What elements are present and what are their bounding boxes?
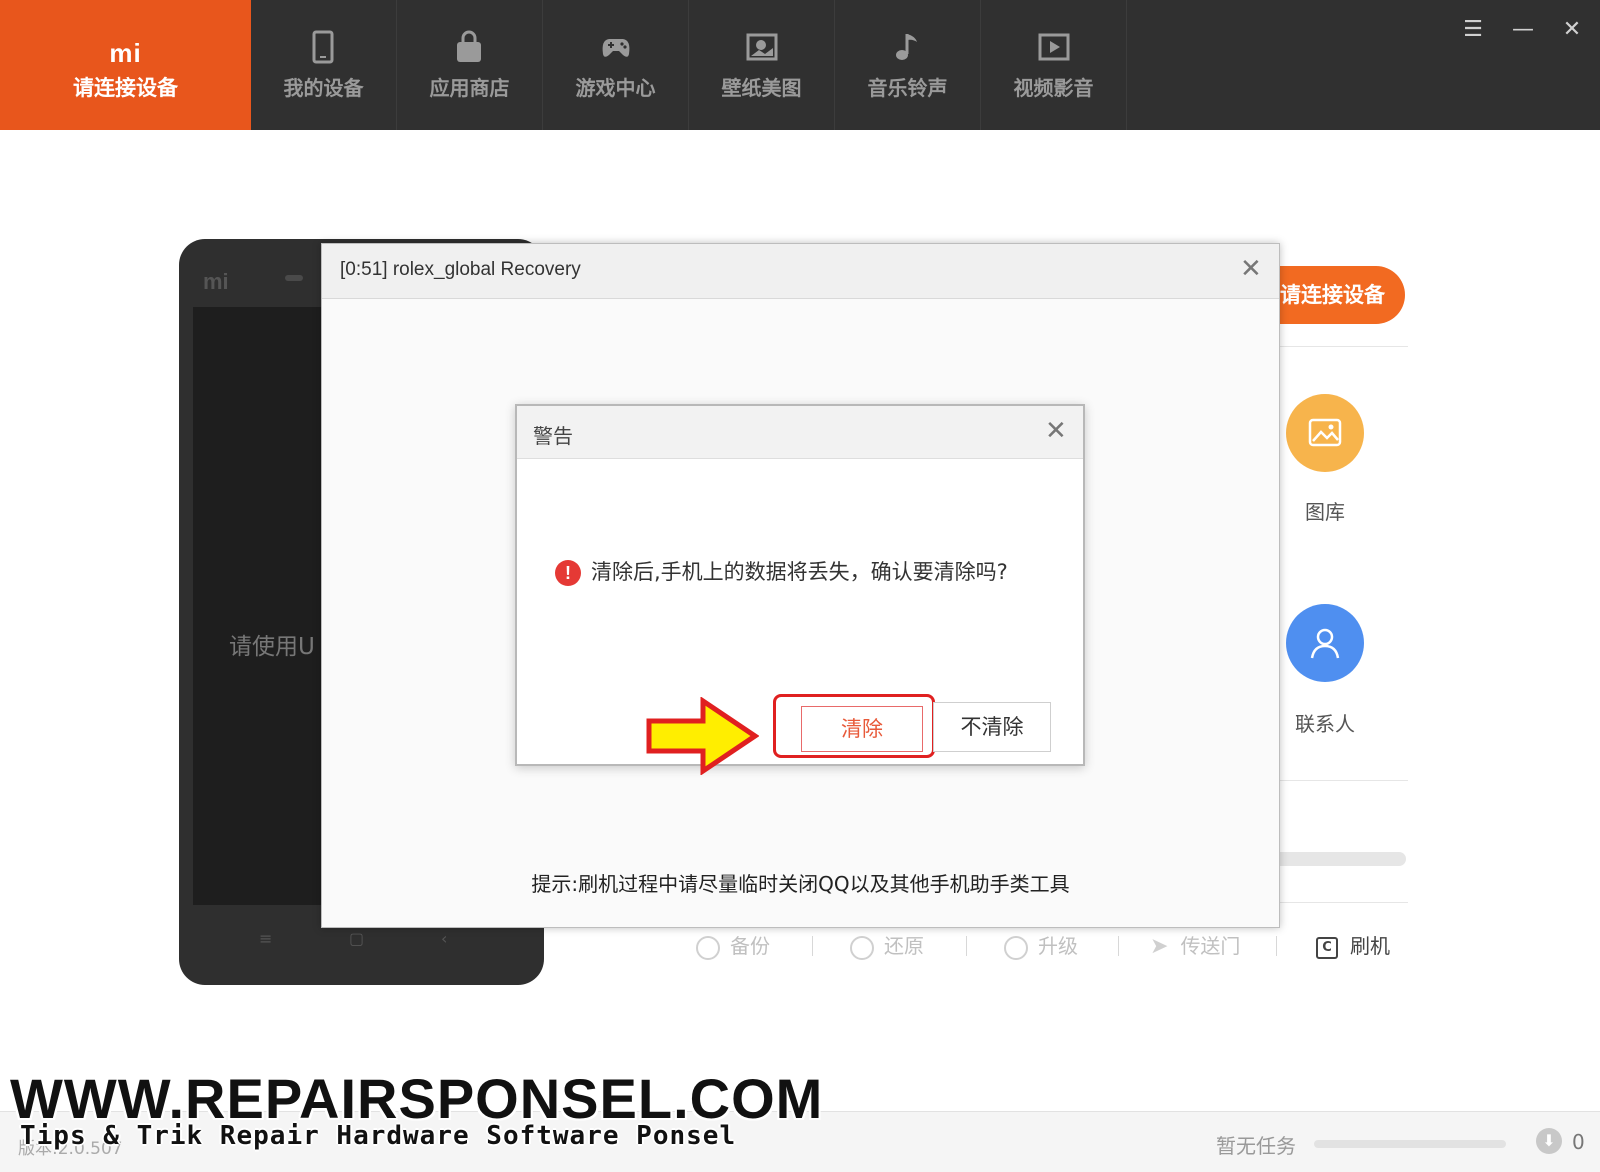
tab-music-ringtones[interactable]: 音乐铃声: [835, 0, 981, 130]
flash-label: 刷机: [1350, 934, 1390, 958]
task-status-text: 暂无任务: [1216, 1134, 1296, 1158]
restore-icon: [850, 935, 874, 960]
tab-wallpapers[interactable]: 壁纸美图: [689, 0, 835, 130]
warning-message: ! 清除后,手机上的数据将丢失，确认要清除吗?: [555, 556, 1008, 586]
send-action[interactable]: ➤ 传送门: [1150, 928, 1240, 964]
warning-dialog-titlebar: 警告 ✕: [517, 406, 1083, 459]
download-icon[interactable]: ⬇: [1536, 1128, 1562, 1154]
tab-label: 游戏中心: [575, 76, 656, 100]
minimize-icon[interactable]: —: [1507, 14, 1539, 46]
picture-icon: [746, 33, 778, 61]
divider: [1278, 902, 1408, 903]
mi-logo: mi: [109, 38, 142, 68]
flash-action[interactable]: C 刷机: [1316, 928, 1390, 964]
upgrade-icon: [1004, 935, 1028, 960]
upgrade-action[interactable]: 升级: [1004, 928, 1078, 964]
phone-screen-message: 请使用U: [229, 634, 315, 660]
recovery-dialog-title: [0:51] rolex_global Recovery: [340, 259, 581, 280]
phone-brand-logo: mi: [203, 269, 229, 294]
action-label: 传送门: [1180, 934, 1241, 958]
top-navigation-bar: mi 请连接设备 我的设备 应用商店 游戏中心 壁纸美图 音乐铃声 视频影音 ☰…: [0, 0, 1600, 130]
tab-game-center[interactable]: 游戏中心: [543, 0, 689, 130]
action-label: 升级: [1038, 934, 1078, 958]
backup-action[interactable]: 备份: [696, 928, 770, 964]
tab-video[interactable]: 视频影音: [981, 0, 1127, 130]
backup-icon: [696, 935, 720, 960]
phone-speaker: [285, 275, 303, 281]
gallery-button[interactable]: [1286, 394, 1364, 472]
contacts-icon: [1310, 628, 1340, 659]
recovery-close-icon[interactable]: ✕: [1240, 256, 1262, 282]
tab-label: 应用商店: [429, 76, 510, 100]
alert-icon: !: [555, 560, 581, 586]
action-label: 备份: [730, 934, 770, 958]
phone-menu-key-icon: ≡: [259, 929, 273, 948]
separator: [812, 936, 813, 956]
menu-icon[interactable]: ☰: [1457, 14, 1489, 46]
do-not-clear-button[interactable]: 不清除: [933, 702, 1051, 752]
task-progress-bar: [1314, 1140, 1506, 1148]
action-label: 还原: [884, 934, 924, 958]
warning-dialog: 警告 ✕ ! 清除后,手机上的数据将丢失，确认要清除吗? 清除 不清除: [515, 404, 1085, 766]
warning-close-icon[interactable]: ✕: [1045, 418, 1067, 444]
connect-device-tab[interactable]: mi 请连接设备: [0, 0, 251, 130]
tab-label: 音乐铃声: [867, 76, 948, 100]
recovery-hint-text: 提示:刷机过程中请尽量临时关闭QQ以及其他手机助手类工具: [531, 872, 1070, 896]
download-count: 0: [1572, 1130, 1585, 1154]
clear-data-button[interactable]: 清除: [801, 706, 923, 752]
yellow-arrow-icon: [646, 697, 759, 775]
divider: [1278, 346, 1408, 347]
phone-home-key-icon: ▢: [349, 929, 365, 948]
flash-icon: C: [1316, 936, 1338, 959]
connect-device-label: 请连接设备: [73, 76, 178, 100]
tab-label: 我的设备: [283, 76, 364, 100]
gallery-label: 图库: [1305, 500, 1345, 524]
warning-dialog-title: 警告: [533, 424, 573, 448]
contacts-button[interactable]: [1286, 604, 1364, 682]
divider: [1278, 780, 1408, 781]
tab-label: 视频影音: [1013, 76, 1094, 100]
gamepad-icon: [602, 39, 630, 57]
tab-label: 壁纸美图: [721, 76, 802, 100]
video-play-icon: [1038, 33, 1070, 61]
phone-back-key-icon: ‹: [441, 929, 448, 948]
music-note-icon: [896, 34, 917, 60]
recovery-dialog-titlebar: [0:51] rolex_global Recovery ✕: [322, 244, 1279, 299]
contacts-label: 联系人: [1295, 712, 1355, 736]
separator: [966, 936, 967, 956]
warning-message-text: 清除后,手机上的数据将丢失，确认要清除吗?: [591, 560, 1008, 584]
tab-my-device[interactable]: 我的设备: [251, 0, 397, 130]
close-icon[interactable]: ✕: [1556, 14, 1588, 46]
gallery-icon: [1308, 418, 1342, 447]
watermark-tagline: Tips & Trik Repair Hardware Software Pon…: [20, 1121, 737, 1151]
separator: [1118, 936, 1119, 956]
phone-icon: [312, 30, 334, 64]
send-icon: ➤: [1150, 934, 1169, 959]
tab-app-store[interactable]: 应用商店: [397, 0, 543, 130]
bag-icon: [457, 30, 481, 62]
separator: [1276, 936, 1277, 956]
restore-action[interactable]: 还原: [850, 928, 924, 964]
